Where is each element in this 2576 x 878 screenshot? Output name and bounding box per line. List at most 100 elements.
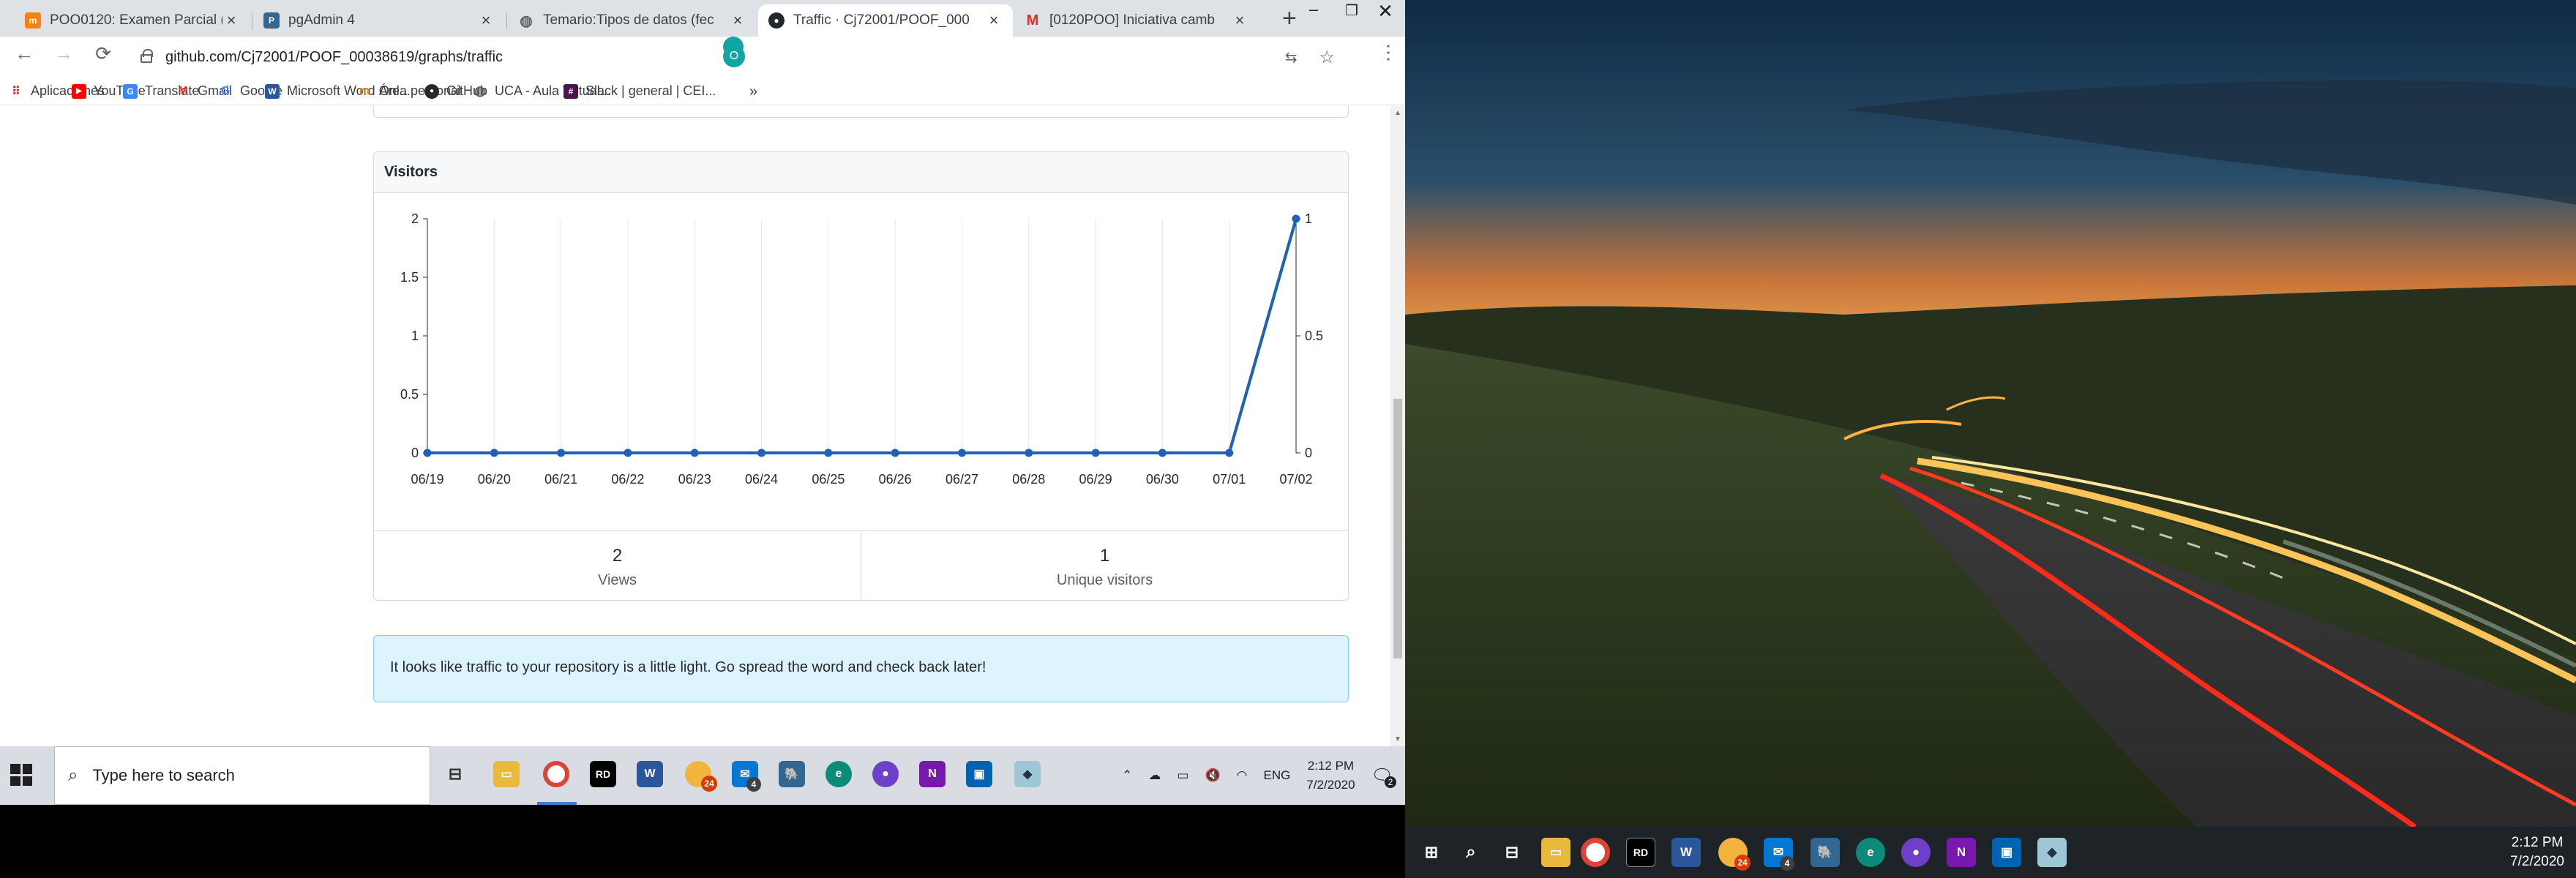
search-icon[interactable]: ⌕: [1456, 838, 1486, 867]
chrome-icon[interactable]: [1581, 838, 1610, 867]
visitors-panel: Visitors 06/19 06/20 06/21 06/22 06/23 06/24 0…: [373, 151, 1349, 601]
file-explorer-icon[interactable]: ▭: [493, 761, 520, 787]
word-icon: W: [265, 83, 280, 99]
postgres-icon[interactable]: 🐘: [779, 761, 805, 787]
data-point: [757, 449, 766, 457]
rider-icon[interactable]: RD: [1626, 838, 1655, 867]
onenote-icon[interactable]: N: [1947, 838, 1976, 867]
wifi-icon[interactable]: ◠: [1237, 768, 1248, 783]
more-bookmarks-button[interactable]: »: [749, 83, 757, 100]
battery-icon[interactable]: ▭: [1177, 768, 1188, 783]
windows-start-icon[interactable]: [10, 764, 32, 786]
tab-title: [0120POO] Iniciativa camb: [1049, 12, 1215, 28]
onedrive-cloud-icon[interactable]: ☁: [1148, 768, 1161, 783]
data-point: [1091, 449, 1100, 457]
y-left-tick-label: 0.5: [400, 387, 419, 402]
page-content: Visitors 06/19 06/20 06/21 06/22 06/23 06/24 0…: [0, 106, 1390, 746]
file-explorer-icon[interactable]: ▭: [1541, 838, 1570, 867]
tab-poo0120[interactable]: m POO0120: Examen Parcial ( ×: [15, 4, 250, 37]
taskbar-search[interactable]: ⌕ Type here to search: [54, 746, 430, 805]
edge-icon[interactable]: e: [1856, 838, 1885, 867]
bookmark-slack[interactable]: # Slack | general | CEI...: [564, 83, 716, 99]
notifications-icon[interactable]: 🗨 2: [1371, 765, 1396, 788]
taskbar-right: ⊞ ⌕ ⊟ ▭ RD W 24 ✉ 4 🐘 e ● N ▣ ◆ 2:12 PM …: [1405, 827, 2576, 878]
edge-icon[interactable]: e: [825, 761, 852, 787]
rider-icon[interactable]: RD: [590, 761, 616, 787]
close-icon[interactable]: ×: [985, 11, 1003, 30]
close-icon[interactable]: ×: [222, 11, 240, 30]
windows-start-icon[interactable]: ⊞: [1417, 838, 1446, 867]
task-view-icon[interactable]: ⊟: [1497, 838, 1527, 867]
onenote-icon[interactable]: N: [919, 761, 946, 787]
panel-title: Visitors: [374, 152, 1348, 193]
github-desktop-icon[interactable]: ●: [1901, 838, 1931, 867]
scrollbar-thumb[interactable]: [1393, 399, 1402, 658]
scroll-down-arrow[interactable]: ▼: [1394, 735, 1401, 743]
close-icon[interactable]: ×: [729, 11, 746, 30]
clock[interactable]: 2:12 PM 7/2/2020: [2510, 833, 2564, 871]
taskbar-left: ⌕ Type here to search ⊟ ▭ RD W 24 ✉ 4 🐘 …: [0, 746, 1405, 805]
chrome-icon[interactable]: [543, 761, 569, 787]
series-line: [427, 218, 1298, 454]
unique-visitors-count: 1: [1099, 546, 1110, 566]
notes-app-icon[interactable]: ◆: [1014, 761, 1041, 787]
moodle-icon: m: [359, 84, 370, 97]
data-point: [690, 449, 699, 457]
address-bar[interactable]: github.com/Cj72001/POOF_00038619/graphs/…: [141, 44, 1370, 70]
search-icon: ⌕: [68, 765, 78, 785]
window-close-button[interactable]: ✕: [1367, 0, 1404, 23]
x-tick-label: 06/22: [611, 472, 644, 487]
clock[interactable]: 2:12 PM 7/2/2020: [1306, 757, 1355, 795]
postgres-icon[interactable]: 🐘: [1811, 838, 1840, 867]
restore-button[interactable]: ❐: [1333, 1, 1370, 20]
close-icon[interactable]: ×: [477, 11, 495, 30]
tab-traffic[interactable]: ● Traffic · Cj72001/POOF_000 ×: [758, 4, 1013, 37]
desktop-wallpaper: [1405, 0, 2576, 827]
back-button[interactable]: ←: [12, 42, 37, 65]
notes-app-icon[interactable]: ◆: [2037, 838, 2067, 867]
github-icon: ●: [424, 83, 439, 99]
bookmarks-bar: ⠿ Aplicaciones ▶ YouTube G Translate M G…: [0, 76, 1405, 105]
clock-date: 7/2/2020: [1306, 778, 1355, 792]
remote-desktop-icon[interactable]: ▣: [966, 761, 992, 787]
chevron-up-icon[interactable]: ⌃: [1122, 768, 1132, 783]
y-left-tick-label: 2: [411, 211, 419, 226]
github-desktop-icon[interactable]: ●: [872, 761, 899, 787]
google-icon: G: [220, 84, 231, 97]
translate-page-icon[interactable]: ⇆: [1285, 48, 1298, 67]
language-indicator[interactable]: ENG: [1264, 768, 1291, 783]
task-view-icon[interactable]: ⊟: [442, 761, 468, 787]
new-tab-button[interactable]: +: [1282, 6, 1297, 31]
close-icon[interactable]: ×: [1231, 11, 1248, 30]
x-tick-label: 06/25: [812, 472, 845, 487]
chart-axes: [423, 218, 1300, 454]
forward-button[interactable]: →: [51, 42, 76, 65]
reload-button[interactable]: ⟳: [91, 42, 116, 65]
views-label: Views: [598, 572, 637, 588]
x-tick-label: 06/19: [411, 472, 443, 487]
globe-icon: ◍: [474, 83, 486, 98]
data-point: [891, 449, 899, 457]
page-scrollbar[interactable]: ▲ ▼: [1390, 106, 1405, 746]
profile-initial[interactable]: O: [723, 45, 745, 67]
word-icon[interactable]: W: [1671, 838, 1701, 867]
chart-lines: [427, 218, 1298, 454]
menu-kebab-icon[interactable]: ⋮: [1376, 41, 1401, 64]
tab-temario[interactable]: ◍ Temario:Tipos de datos (fec ×: [508, 4, 757, 37]
remote-desktop-icon[interactable]: ▣: [1992, 838, 2021, 867]
tab-pgadmin[interactable]: P pgAdmin 4 ×: [253, 4, 505, 37]
x-tick-label: 06/20: [478, 472, 511, 487]
bookmark-star-icon[interactable]: ☆: [1319, 47, 1335, 68]
x-tick-label: 06/24: [745, 472, 778, 487]
y-right-tick-label: 0: [1305, 446, 1312, 460]
left-monitor: m POO0120: Examen Parcial ( × P pgAdmin …: [0, 0, 1405, 878]
globe-icon: ◍: [520, 12, 533, 29]
scroll-up-arrow[interactable]: ▲: [1394, 109, 1401, 117]
word-icon[interactable]: W: [637, 761, 663, 787]
right-monitor: ⊞ ⌕ ⊟ ▭ RD W 24 ✉ 4 🐘 e ● N ▣ ◆ 2:12 PM …: [1405, 0, 2576, 878]
minimize-button[interactable]: –: [1295, 0, 1332, 19]
x-tick-label: 06/27: [946, 472, 978, 487]
tab-gmail[interactable]: M [0120POO] Iniciativa camb ×: [1014, 4, 1259, 37]
volume-muted-icon[interactable]: 🔇: [1205, 768, 1220, 783]
series-line: [427, 218, 1298, 454]
